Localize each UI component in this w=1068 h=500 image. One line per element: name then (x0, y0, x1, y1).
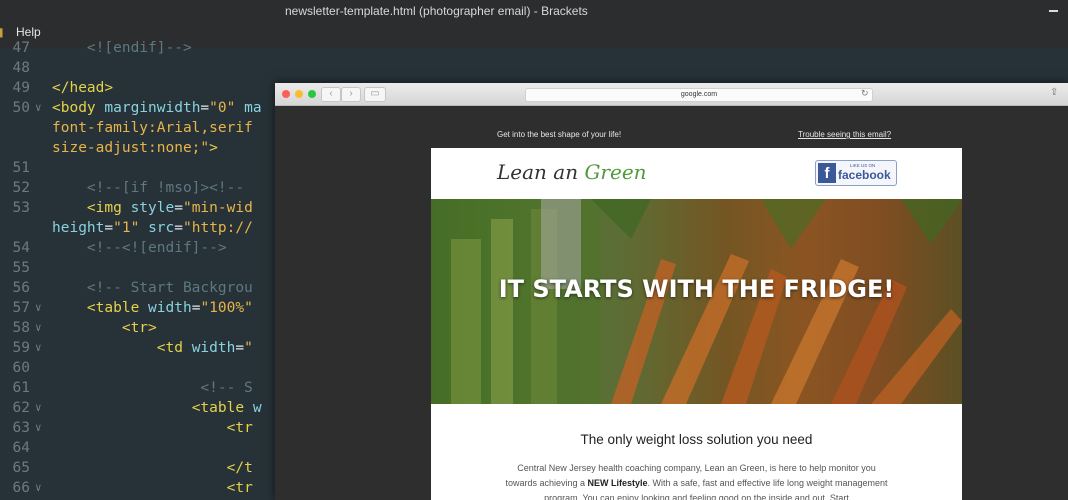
line-number: 57 (12, 300, 30, 316)
fold-chevron-icon[interactable]: ∨ (35, 321, 42, 334)
line-number: 54 (12, 240, 30, 256)
line-number: 52 (12, 180, 30, 196)
email-body-text: Central New Jersey health coaching compa… (501, 461, 892, 500)
code-line[interactable]: 48 (0, 60, 1068, 80)
back-button[interactable]: ‹ (321, 87, 341, 102)
code-text: <table width="100%" (86, 300, 253, 316)
window-title: newsletter-template.html (photographer e… (285, 4, 588, 18)
code-text: <table w (191, 400, 262, 416)
code-text: <img style="min-wid (86, 200, 253, 216)
line-number: 51 (12, 160, 30, 176)
browser-toolbar: ‹ › ▭ google.com ↻ ⇪ (275, 83, 1068, 106)
line-number: 55 (12, 260, 30, 276)
fold-chevron-icon[interactable]: ∨ (35, 301, 42, 314)
fold-chevron-icon[interactable]: ∨ (35, 101, 42, 114)
preheader-text: Get into the best shape of your life! (497, 130, 622, 139)
line-number: 56 (12, 280, 30, 296)
line-number: 49 (12, 80, 30, 96)
reload-icon[interactable]: ↻ (861, 88, 869, 99)
fold-chevron-icon[interactable]: ∨ (35, 481, 42, 494)
line-number: 58 (12, 320, 30, 336)
code-text: <!--<![endif]--> (52, 240, 227, 256)
hero-title: IT STARTS WITH THE FRIDGE! (498, 275, 895, 303)
window-titlebar: newsletter-template.html (photographer e… (0, 0, 1068, 22)
code-text: <tr> (121, 320, 157, 336)
line-number: 48 (12, 60, 30, 76)
line-number: 50 (12, 100, 30, 116)
line-number: 47 (12, 40, 30, 56)
code-text: <!-- Start Backgrou (52, 280, 253, 296)
page-viewport: Get into the best shape of your life! Tr… (275, 106, 1068, 500)
sidebar-toggle-icon[interactable]: ▭ (364, 87, 386, 102)
maximize-window-icon[interactable] (308, 90, 316, 98)
code-text: <!--[if !mso]><!-- (52, 180, 253, 196)
code-text: font-family:Arial,serif (52, 120, 253, 136)
line-number: 53 (12, 200, 30, 216)
hero-image: IT STARTS WITH THE FRIDGE! (431, 199, 962, 404)
code-text: <tr (226, 420, 253, 436)
line-number: 59 (12, 340, 30, 356)
line-number: 60 (12, 360, 30, 376)
line-number: 61 (12, 380, 30, 396)
minimize-window-icon[interactable] (295, 90, 303, 98)
code-text: </t (226, 460, 253, 476)
line-number: 63 (12, 420, 30, 436)
code-text: <td width=" (156, 340, 253, 356)
menu-edge-icon[interactable]: ▮ (0, 25, 4, 39)
code-text: height="1" src="http:// (52, 220, 253, 236)
logo-text: Lean an (497, 160, 585, 184)
minimize-icon[interactable] (1049, 10, 1058, 12)
share-icon[interactable]: ⇪ (1050, 87, 1058, 98)
brand-logo[interactable]: Lean an Green (497, 160, 647, 184)
close-window-icon[interactable] (282, 90, 290, 98)
email-headline: The only weight loss solution you need (580, 432, 813, 447)
email-body: Lean an Green f LIKE US ON facebook IT S… (431, 148, 962, 500)
code-text: size-adjust:none;"> (52, 140, 218, 156)
facebook-wordmark: facebook (838, 168, 891, 182)
code-text: <body marginwidth="0" ma (52, 100, 262, 116)
body-text-emphasis: NEW Lifestyle (587, 478, 648, 488)
code-text: <!-- S (52, 380, 253, 396)
line-number: 66 (12, 480, 30, 496)
forward-button[interactable]: › (341, 87, 361, 102)
facebook-like-button[interactable]: f LIKE US ON facebook (815, 160, 897, 186)
code-text: <tr (226, 480, 253, 496)
line-number: 65 (12, 460, 30, 476)
view-in-browser-link[interactable]: Trouble seeing this email? (798, 130, 891, 139)
code-line[interactable]: 47 <![endif]--> (0, 40, 1068, 60)
code-text: </head> (52, 80, 114, 96)
browser-window: ‹ › ▭ google.com ↻ ⇪ Get into the best s… (275, 83, 1068, 500)
line-number: 64 (12, 440, 30, 456)
logo-text-green: Green (584, 160, 647, 184)
code-text: <![endif]--> (52, 40, 192, 56)
facebook-icon: f (818, 163, 836, 183)
address-bar[interactable]: google.com (525, 88, 873, 102)
fold-chevron-icon[interactable]: ∨ (35, 341, 42, 354)
address-text: google.com (680, 91, 718, 98)
line-number: 62 (12, 400, 30, 416)
menu-help[interactable]: Help (16, 25, 41, 39)
fold-chevron-icon[interactable]: ∨ (35, 421, 42, 434)
fold-chevron-icon[interactable]: ∨ (35, 401, 42, 414)
